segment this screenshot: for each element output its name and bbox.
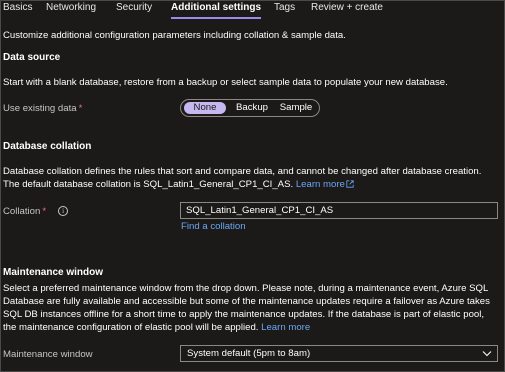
tab-networking[interactable]: Networking [46,2,96,13]
use-existing-data-label: Use existing data * [3,103,82,114]
maintenance-description-text: Select a preferred maintenance window fr… [3,283,490,333]
collation-label: Collation * i [3,206,69,217]
tab-additional-settings[interactable]: Additional settings [171,2,261,19]
find-collation-link[interactable]: Find a collation [181,221,246,232]
tab-bar: Basics Networking Security Additional se… [0,0,505,19]
use-existing-data-label-text: Use existing data [3,103,77,114]
option-sample[interactable]: Sample [275,102,317,114]
tab-basics[interactable]: Basics [3,2,32,13]
use-existing-data-toggle: None Backup Sample [180,99,320,117]
collation-description-text: Database collation defines the rules tha… [3,166,482,190]
collation-label-text: Collation [3,206,41,217]
maintenance-window-value: System default (5pm to 8am) [187,348,311,359]
maintenance-learn-more-link[interactable]: Learn more [261,322,310,333]
collation-learn-more-link[interactable]: Learn more [296,179,345,190]
maintenance-window-dropdown[interactable]: System default (5pm to 8am) [180,345,498,362]
maintenance-window-label: Maintenance window [3,349,93,360]
external-link-icon[interactable] [346,180,354,188]
collation-description: Database collation defines the rules tha… [3,165,499,191]
option-backup[interactable]: Backup [231,102,273,114]
required-marker: * [78,103,83,114]
required-marker: * [42,206,47,217]
intro-text: Customize additional configuration param… [3,30,346,41]
tab-review-create[interactable]: Review + create [311,2,383,13]
data-source-heading: Data source [3,52,61,63]
collation-input[interactable] [180,202,498,219]
chevron-down-icon [482,351,492,357]
database-collation-heading: Database collation [3,141,92,152]
tab-tags[interactable]: Tags [274,2,295,13]
maintenance-description: Select a preferred maintenance window fr… [3,282,499,334]
data-source-description: Start with a blank database, restore fro… [3,77,448,88]
info-icon[interactable]: i [58,206,69,216]
option-none[interactable]: None [184,102,226,114]
maintenance-window-heading: Maintenance window [3,267,104,278]
tab-security[interactable]: Security [116,2,152,13]
